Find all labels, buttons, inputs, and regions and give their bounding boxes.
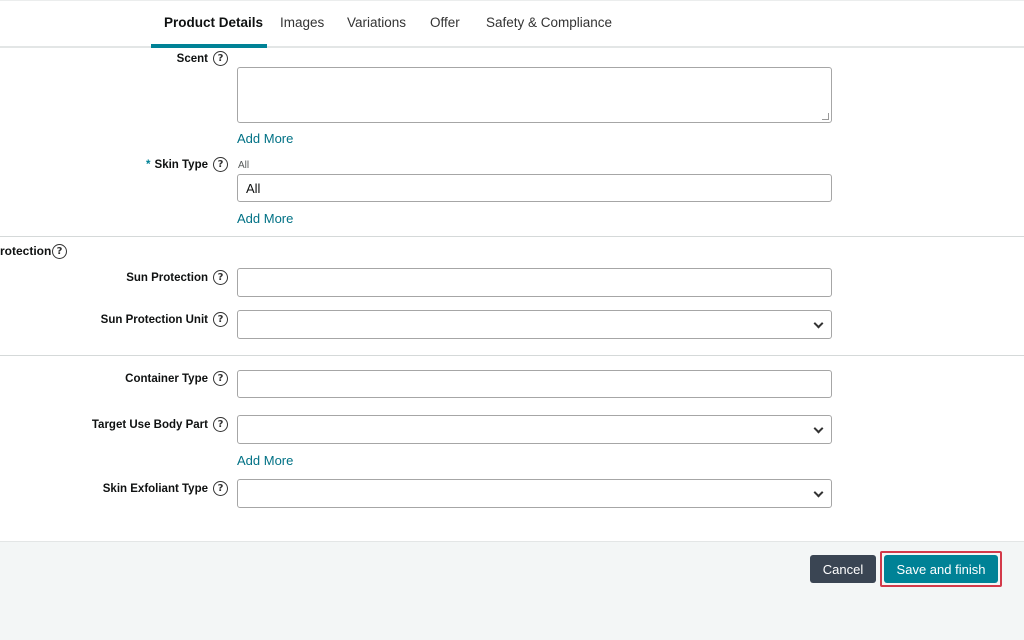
container-type-label: Container Type — [125, 373, 208, 385]
target-use-body-part-label: Target Use Body Part — [91, 419, 208, 431]
sun-protection-section-title: rotection — [0, 244, 52, 258]
sun-protection-label: Sun Protection — [126, 272, 208, 284]
sun-protection-input[interactable] — [237, 268, 832, 297]
skin-exfoliant-type-help-icon[interactable]: ? — [213, 481, 228, 496]
active-tab-indicator — [151, 44, 267, 48]
skin-type-help-icon[interactable]: ? — [213, 157, 228, 172]
sun-protection-unit-label: Sun Protection Unit — [100, 314, 208, 326]
skin-type-current-hint: All — [238, 160, 250, 171]
scent-label: Scent — [176, 53, 208, 65]
scent-help-icon[interactable]: ? — [213, 51, 228, 66]
chevron-down-icon — [813, 318, 824, 328]
skin-type-label: * Skin Type — [146, 159, 208, 171]
section-divider — [0, 236, 1024, 237]
container-type-input[interactable] — [237, 370, 832, 398]
required-marker: * — [146, 159, 151, 171]
sun-protection-help-icon[interactable]: ? — [213, 270, 228, 285]
save-and-finish-button[interactable]: Save and finish — [884, 555, 998, 583]
tab-bar: Product Details Images Variations Offer … — [0, 0, 1024, 48]
tab-safety-compliance[interactable]: Safety & Compliance — [486, 15, 612, 49]
cancel-button[interactable]: Cancel — [810, 555, 876, 583]
listing-editor-page: Product Details Images Variations Offer … — [0, 0, 1024, 640]
scent-textarea[interactable] — [237, 67, 832, 123]
target-use-body-part-add-more-link[interactable]: Add More — [237, 453, 293, 468]
skin-type-input[interactable]: All — [237, 174, 832, 202]
target-use-body-part-help-icon[interactable]: ? — [213, 417, 228, 432]
skin-type-add-more-link[interactable]: Add More — [237, 211, 293, 226]
skin-type-label-text: Skin Type — [154, 159, 208, 171]
tab-images[interactable]: Images — [280, 15, 324, 49]
resize-handle-icon[interactable] — [822, 113, 829, 120]
skin-exfoliant-type-label: Skin Exfoliant Type — [102, 483, 208, 495]
target-use-body-part-select[interactable] — [237, 415, 832, 444]
tab-variations[interactable]: Variations — [347, 15, 406, 49]
sun-protection-unit-select[interactable] — [237, 310, 832, 339]
chevron-down-icon — [813, 487, 824, 497]
chevron-down-icon — [813, 423, 824, 433]
sun-protection-section-help-icon[interactable]: ? — [52, 244, 67, 259]
skin-exfoliant-type-select[interactable] — [237, 479, 832, 508]
scent-add-more-link[interactable]: Add More — [237, 131, 293, 146]
sun-protection-unit-help-icon[interactable]: ? — [213, 312, 228, 327]
container-type-help-icon[interactable]: ? — [213, 371, 228, 386]
section-divider — [0, 355, 1024, 356]
tab-offer[interactable]: Offer — [430, 15, 460, 49]
